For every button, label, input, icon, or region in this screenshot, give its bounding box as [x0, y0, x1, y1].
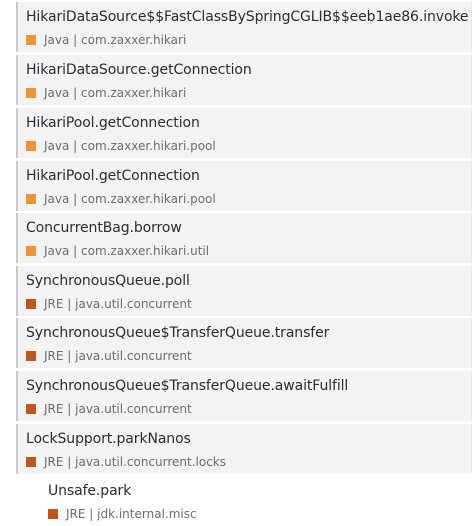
frame-method: HikariDataSource$$FastClassBySpringCGLIB… [26, 9, 469, 25]
java-swatch-icon [26, 35, 36, 45]
frame-meta-text: Java | com.zaxxer.hikari.pool [44, 192, 216, 206]
frame-method: HikariDataSource.getConnection [26, 62, 252, 78]
frame-meta-text: JRE | java.util.concurrent [44, 402, 192, 416]
frame-meta: Java | com.zaxxer.hikari.util [26, 244, 209, 258]
frame-meta-text: Java | com.zaxxer.hikari.util [44, 244, 210, 258]
frame-meta: Java | com.zaxxer.hikari [26, 86, 186, 100]
stack-frame-row[interactable]: HikariPool.getConnection Java | com.zaxx… [16, 161, 472, 211]
jre-swatch-icon [26, 404, 36, 414]
jre-swatch-icon [26, 457, 36, 467]
frame-method: SynchronousQueue.poll [26, 273, 190, 289]
frame-meta: Java | com.zaxxer.hikari.pool [26, 192, 216, 206]
stack-frame-row[interactable]: HikariDataSource.getConnection Java | co… [16, 55, 472, 105]
java-swatch-icon [26, 141, 36, 151]
frame-meta: JRE | java.util.concurrent [26, 297, 192, 311]
jre-swatch-icon [48, 509, 58, 519]
stack-frame-row[interactable]: SynchronousQueue$TransferQueue.awaitFulf… [16, 371, 472, 421]
frame-method: SynchronousQueue$TransferQueue.transfer [26, 325, 330, 341]
java-swatch-icon [26, 246, 36, 256]
frame-meta-text: JRE | jdk.internal.misc [66, 507, 197, 521]
frame-meta-text: Java | com.zaxxer.hikari [44, 86, 187, 100]
frame-meta-text: JRE | java.util.concurrent [44, 349, 192, 363]
frame-method: ConcurrentBag.borrow [26, 220, 182, 236]
frame-meta-text: Java | com.zaxxer.hikari [44, 33, 187, 47]
frame-meta: Java | com.zaxxer.hikari.pool [26, 139, 216, 153]
frame-meta-text: JRE | java.util.concurrent.locks [44, 455, 227, 469]
frame-method: SynchronousQueue$TransferQueue.awaitFulf… [26, 378, 349, 394]
frame-meta: Java | com.zaxxer.hikari [26, 33, 186, 47]
stack-frame-row[interactable]: HikariDataSource$$FastClassBySpringCGLIB… [16, 2, 472, 52]
stack-frame-row[interactable]: SynchronousQueue.poll JRE | java.util.co… [16, 266, 472, 316]
frame-meta: JRE | java.util.concurrent [26, 349, 192, 363]
frame-method: HikariPool.getConnection [26, 168, 200, 184]
stack-frame-list: HikariDataSource$$FastClassBySpringCGLIB… [0, 0, 474, 526]
stack-frame-row[interactable]: Unsafe.park JRE | jdk.internal.misc [16, 476, 472, 526]
jre-swatch-icon [26, 299, 36, 309]
frame-method: HikariPool.getConnection [26, 115, 200, 131]
stack-frame-row[interactable]: ConcurrentBag.borrow Java | com.zaxxer.h… [16, 213, 472, 263]
frame-meta: JRE | java.util.concurrent.locks [26, 455, 226, 469]
java-swatch-icon [26, 88, 36, 98]
frame-meta-text: Java | com.zaxxer.hikari.pool [44, 139, 216, 153]
frame-meta: JRE | jdk.internal.misc [48, 507, 197, 521]
jre-swatch-icon [26, 351, 36, 361]
frame-method: Unsafe.park [48, 483, 132, 499]
frame-method: LockSupport.parkNanos [26, 431, 191, 447]
java-swatch-icon [26, 194, 36, 204]
frame-meta-text: JRE | java.util.concurrent [44, 297, 192, 311]
stack-frame-row[interactable]: HikariPool.getConnection Java | com.zaxx… [16, 108, 472, 158]
stack-frame-row[interactable]: LockSupport.parkNanos JRE | java.util.co… [16, 424, 472, 474]
frame-meta: JRE | java.util.concurrent [26, 402, 192, 416]
stack-frame-row[interactable]: SynchronousQueue$TransferQueue.transfer … [16, 318, 472, 368]
